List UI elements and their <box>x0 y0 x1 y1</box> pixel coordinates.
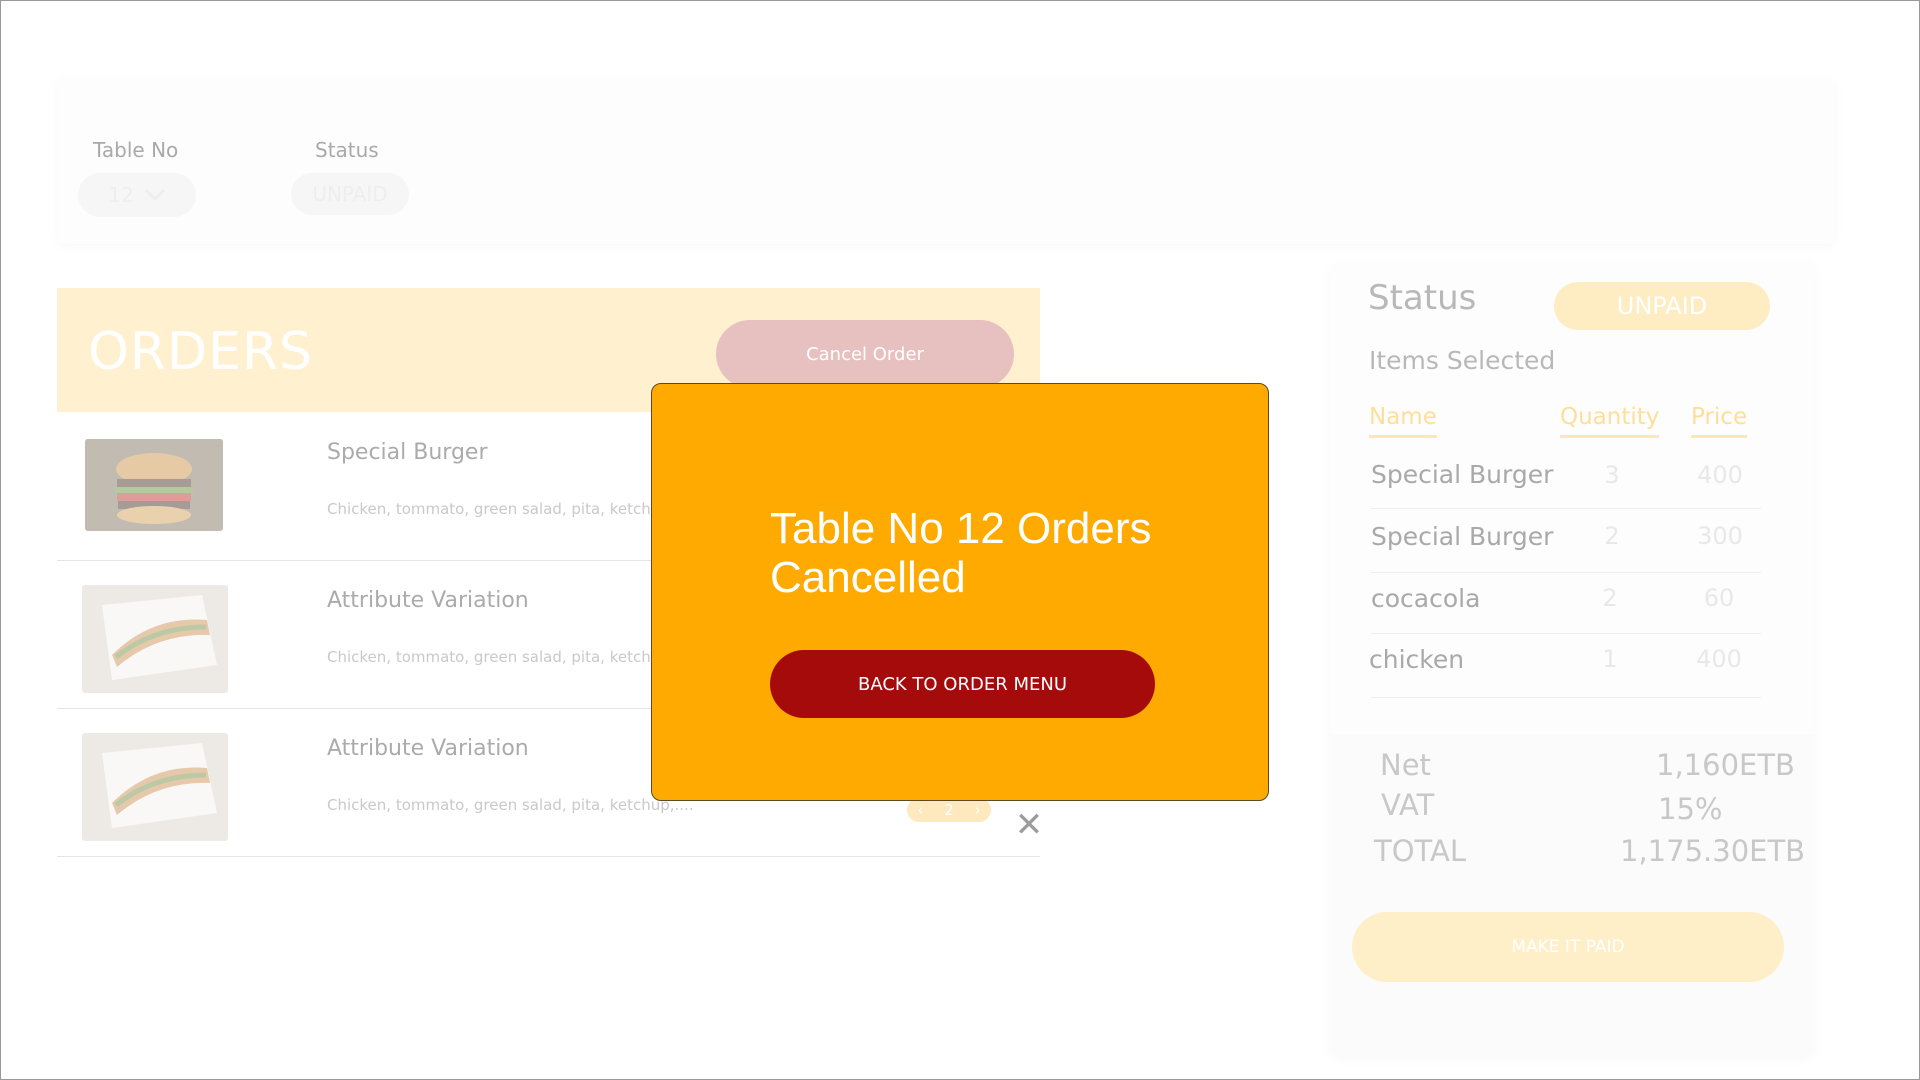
orders-title: ORDERS <box>88 322 314 382</box>
item-description: Chicken, tommato, green salad, pita, ket… <box>327 500 694 518</box>
table-no-value: 12 <box>108 183 134 207</box>
chevron-down-icon <box>144 188 165 202</box>
summary-item-name: chicken <box>1369 645 1465 674</box>
column-header-quantity: Quantity <box>1560 404 1660 438</box>
summary-item-price: 300 <box>1697 522 1743 550</box>
modal-title: Table No 12 Orders Cancelled <box>770 504 1152 602</box>
vat-label: VAT <box>1381 788 1435 822</box>
row-divider <box>1371 697 1761 698</box>
item-description: Chicken, tommato, green salad, pita, ket… <box>327 648 694 666</box>
summary-status-label: Status <box>1368 278 1477 318</box>
page-number: 2 <box>944 801 954 819</box>
pagination: ‹ 2 › <box>907 798 991 822</box>
item-name: Attribute Variation <box>327 588 529 613</box>
close-icon[interactable]: ✕ <box>1012 808 1046 842</box>
summary-item-name: Special Burger <box>1371 522 1554 551</box>
summary-item-name: Special Burger <box>1371 460 1554 489</box>
cancel-order-button[interactable]: Cancel Order <box>716 320 1014 388</box>
status-label: Status <box>315 138 379 162</box>
sandwich-image <box>82 585 228 693</box>
chevron-left-icon[interactable]: ‹ <box>917 801 923 819</box>
burger-image <box>85 439 223 531</box>
summary-item-price: 60 <box>1703 584 1735 612</box>
status-filter-badge: UNPAID <box>291 173 409 215</box>
row-divider <box>1371 508 1761 509</box>
totals-section <box>1330 735 1815 1057</box>
chevron-right-icon[interactable]: › <box>975 801 981 819</box>
summary-item-qty: 3 <box>1604 461 1620 489</box>
back-to-order-menu-button[interactable]: BACK TO ORDER MENU <box>770 650 1155 718</box>
summary-item-qty: 2 <box>1602 584 1618 612</box>
item-description: Chicken, tommato, green salad, pita, ket… <box>327 796 694 814</box>
net-label: Net <box>1380 748 1431 782</box>
column-header-price: Price <box>1691 404 1748 438</box>
row-divider <box>1371 633 1761 634</box>
item-name: Special Burger <box>327 440 488 465</box>
vat-value: 15% <box>1658 792 1723 826</box>
cancel-confirmation-modal: Table No 12 Orders Cancelled BACK TO ORD… <box>651 383 1269 801</box>
table-no-select[interactable]: 12 <box>78 173 196 217</box>
summary-item-price: 400 <box>1697 461 1743 489</box>
table-no-label: Table No <box>93 138 179 162</box>
sandwich-image <box>82 733 228 841</box>
net-value: 1,160ETB <box>1656 748 1795 782</box>
summary-item-qty: 2 <box>1604 522 1620 550</box>
items-selected-label: Items Selected <box>1369 346 1556 375</box>
total-value: 1,175.30ETB <box>1620 834 1806 868</box>
summary-item-price: 400 <box>1696 645 1742 673</box>
summary-item-name: cocacola <box>1371 584 1481 613</box>
column-header-name: Name <box>1369 404 1437 438</box>
summary-status-badge: UNPAID <box>1554 282 1770 330</box>
summary-item-qty: 1 <box>1602 645 1618 673</box>
total-label: TOTAL <box>1374 834 1466 868</box>
row-divider <box>1371 572 1761 573</box>
item-name: Attribute Variation <box>327 736 529 761</box>
make-it-paid-button[interactable]: MAKE IT PAID <box>1352 912 1784 982</box>
